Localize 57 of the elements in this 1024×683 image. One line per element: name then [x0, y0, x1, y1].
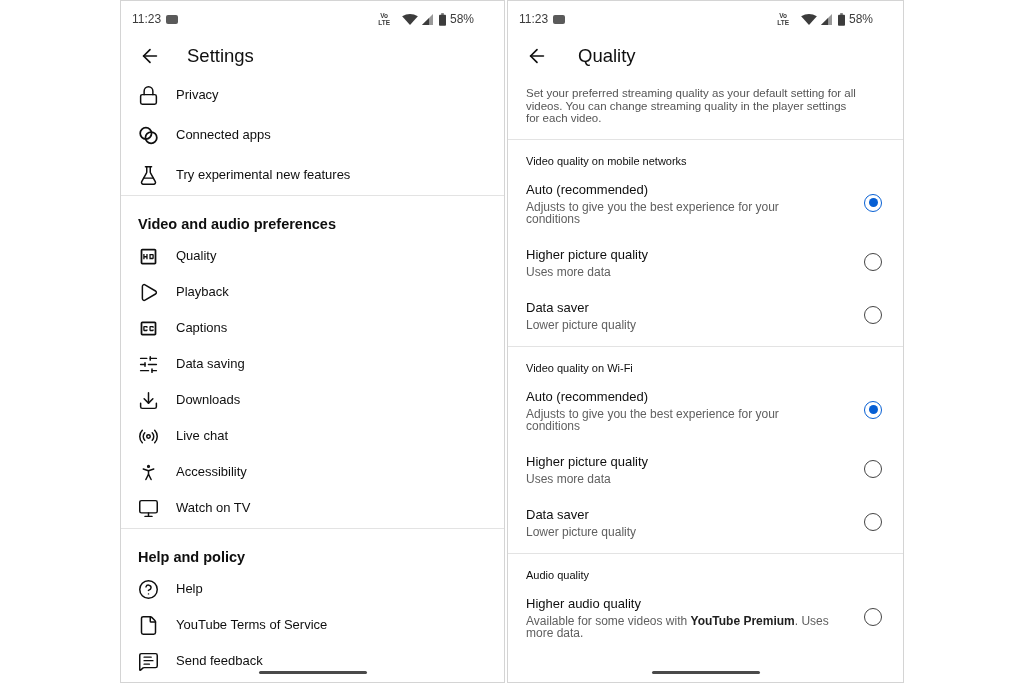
option-description: Adjusts to give you the best experience for your conditions: [526, 407, 780, 432]
battery-percentage: 58%: [449, 11, 474, 28]
wifi-icon: [800, 13, 817, 25]
app-notification-icon: [553, 14, 566, 24]
section-heading: Video quality on Wi-Fi: [526, 360, 634, 375]
clock-time: 11:23: [519, 11, 549, 28]
app-notification-icon: [166, 14, 179, 24]
option-title: Higher picture quality: [526, 452, 650, 471]
description-text: Set your preferred streaming quality as your default setting for all videos. You can change streaming quality in the player settings for each video.: [526, 87, 857, 125]
page-title: Settings: [187, 44, 254, 69]
option-description: Lower picture quality: [526, 525, 638, 538]
battery-percentage: 58%: [848, 11, 873, 28]
settings-item[interactable]: Send feedback: [121, 643, 504, 679]
option-description: Uses more data: [526, 265, 612, 278]
settings-item[interactable]: Try experimental new features: [121, 155, 504, 195]
settings-item[interactable]: Watch on TV: [121, 490, 504, 526]
settings-item[interactable]: Accessibility: [121, 454, 504, 490]
clock-time: 11:23: [132, 11, 162, 28]
section-heading: Video quality on mobile networks: [526, 153, 688, 168]
settings-item[interactable]: Data saving: [121, 346, 504, 382]
lock-icon: [138, 84, 159, 106]
option-description: Uses more data: [526, 472, 612, 485]
option-description: Adjusts to give you the best experience for your conditions: [526, 200, 780, 225]
settings-item[interactable]: YouTube Terms of Service: [121, 607, 504, 643]
battery-icon: [837, 12, 845, 26]
settings-item[interactable]: Playback: [121, 274, 504, 310]
download-icon: [138, 389, 159, 411]
battery-icon: [438, 12, 446, 26]
option-title: Data saver: [526, 298, 590, 317]
settings-item[interactable]: Captions: [121, 310, 504, 346]
option-description: Available for some videos with YouTube Premium. Uses more data.: [526, 614, 830, 639]
help-icon: [138, 578, 159, 600]
settings-item[interactable]: Connected apps: [121, 115, 504, 155]
page-title: Quality: [578, 44, 636, 69]
sliders-icon: [138, 353, 159, 375]
section-heading: Help and policy: [138, 549, 246, 565]
wifi-icon: [401, 13, 418, 25]
settings-item[interactable]: Quality: [121, 238, 504, 274]
signal-icon: [421, 13, 433, 25]
settings-item[interactable]: Privacy: [121, 75, 504, 115]
overlapping-circles-icon: [138, 124, 159, 146]
flask-icon: [138, 164, 159, 186]
settings-item[interactable]: Downloads: [121, 382, 504, 418]
monitor-icon: [138, 497, 159, 519]
document-icon: [138, 614, 159, 636]
section-heading: Video and audio preferences: [138, 216, 336, 232]
option-title: Higher audio quality: [526, 594, 642, 613]
option-title: Data saver: [526, 505, 590, 524]
settings-item[interactable]: Live chat: [121, 418, 504, 454]
option-description: Lower picture quality: [526, 318, 638, 331]
section-heading: Audio quality: [526, 567, 590, 582]
option-title: Auto (recommended): [526, 180, 650, 199]
option-title: Higher picture quality: [526, 245, 650, 264]
settings-item[interactable]: Help: [121, 571, 504, 607]
signal-icon: [820, 13, 832, 25]
message-icon: [138, 650, 159, 672]
option-title: Auto (recommended): [526, 387, 650, 406]
